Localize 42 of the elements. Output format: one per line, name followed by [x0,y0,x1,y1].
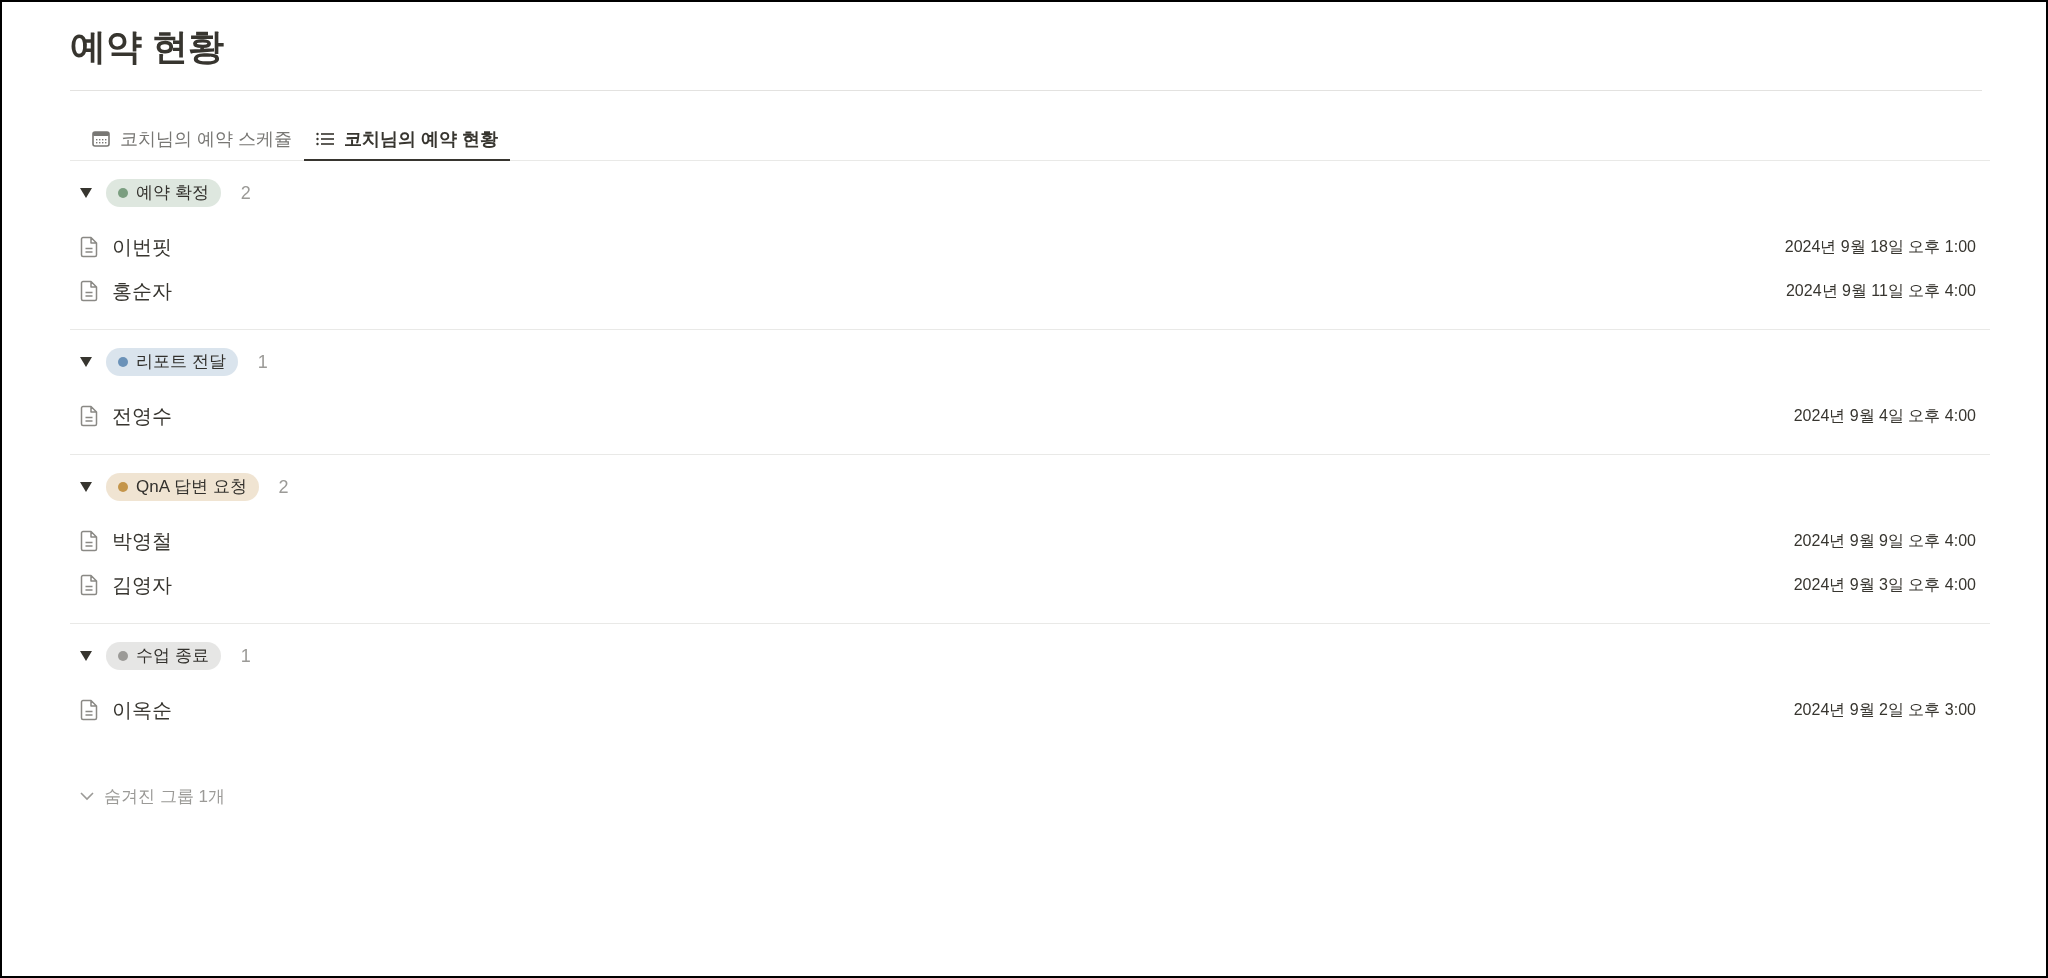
row-title: 이번핏 [112,235,172,260]
row-date: 2024년 9월 18일 오후 1:00 [1784,237,1976,257]
row-title: 홍순자 [112,279,172,304]
page-icon [80,405,98,427]
page-icon [80,530,98,552]
group-count: 1 [240,644,251,668]
row-title: 박영철 [112,529,172,554]
row-date: 2024년 9월 9일 오후 4:00 [1793,531,1976,551]
row-date: 2024년 9월 2일 오후 3:00 [1793,700,1976,720]
view-tab[interactable]: 코치님의 예약 현황 [304,119,511,161]
group-count: 1 [257,350,268,374]
collapse-toggle-icon[interactable] [80,651,94,661]
status-label: QnA 답변 요청 [136,476,247,499]
status-label: 리포트 전달 [136,351,226,374]
row-date: 2024년 9월 4일 오후 4:00 [1793,406,1976,426]
chevron-down-icon [80,792,94,802]
page-icon [80,574,98,596]
row-title: 김영자 [112,573,172,598]
page-icon [80,699,98,721]
list-icon [316,132,334,146]
status-label: 수업 종료 [136,645,209,668]
status-label: 예약 확정 [136,182,209,205]
collapse-toggle-icon[interactable] [80,188,94,198]
group-count: 2 [278,475,289,499]
list-row[interactable]: 이옥순 2024년 9월 2일 오후 3:00 [70,688,1990,732]
row-title: 전영수 [112,404,172,429]
list-row[interactable]: 전영수 2024년 9월 4일 오후 4:00 [70,394,1990,438]
row-title: 이옥순 [112,698,172,723]
list-row[interactable]: 홍순자 2024년 9월 11일 오후 4:00 [70,269,1990,313]
list-row[interactable]: 이번핏 2024년 9월 18일 오후 1:00 [70,225,1990,269]
group-count: 2 [240,181,251,205]
list-row[interactable]: 박영철 2024년 9월 9일 오후 4:00 [70,519,1990,563]
row-date: 2024년 9월 3일 오후 4:00 [1793,575,1976,595]
list-row[interactable]: 김영자 2024년 9월 3일 오후 4:00 [70,563,1990,607]
page-icon [80,280,98,302]
row-date: 2024년 9월 11일 오후 4:00 [1785,281,1976,301]
page-icon [80,236,98,258]
view-tab[interactable]: 코치님의 예약 스케쥴 [80,119,304,161]
calendar-icon [92,131,110,147]
collapse-toggle-icon[interactable] [80,357,94,367]
page-title: 예약 현황 [70,24,1982,91]
collapse-toggle-icon[interactable] [80,482,94,492]
